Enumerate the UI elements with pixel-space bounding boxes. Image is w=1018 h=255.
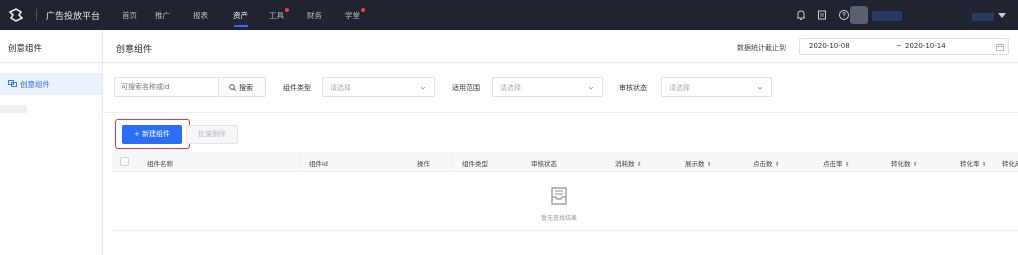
review-status-select[interactable]: 请选择 <box>661 77 772 97</box>
nav-item-finance[interactable]: 财务 <box>307 10 322 21</box>
filter-bar: 搜索 组件类型 请选择 适用范围 请选择 审核状态 请选择 <box>103 63 1018 113</box>
column-header-review: 审核状态 <box>531 160 557 168</box>
nav-item-reports[interactable]: 报表 <box>193 10 208 21</box>
document-icon[interactable] <box>816 9 828 21</box>
date-range-picker[interactable]: 2020-10-08 ~ 2020-10-14 <box>799 38 1009 55</box>
component-icon <box>8 80 17 87</box>
component-type-label: 组件类型 <box>283 84 311 92</box>
app-title: 广告投放平台 <box>46 12 101 22</box>
column-header-cost-label: 消耗数 <box>615 160 635 168</box>
calendar-icon[interactable] <box>996 43 1004 51</box>
column-header-clicks-label: 点击数 <box>753 160 773 168</box>
column-header-cost-per-conversion: 转化成 <box>1002 160 1018 168</box>
account-switch-block[interactable] <box>972 13 994 21</box>
date-range-label: 数据统计截止到 <box>737 44 786 52</box>
nav-item-assets[interactable]: 资产 <box>233 10 248 21</box>
column-header-id: 组件id <box>309 160 328 168</box>
column-header-conversions[interactable]: 转化数 ⬍ <box>891 158 918 168</box>
date-start[interactable]: 2020-10-08 <box>809 42 850 50</box>
sort-icon[interactable]: ⬍ <box>775 161 780 168</box>
column-header-name: 组件名称 <box>147 160 173 168</box>
column-header-cvr[interactable]: 转化率 ⬍ <box>960 158 987 168</box>
select-all-checkbox[interactable] <box>120 157 129 166</box>
scope-select[interactable]: 请选择 <box>492 77 603 97</box>
sidebar-section-title: 创意组件 <box>8 44 43 54</box>
components-table: 组件名称 组件id 操作 组件类型 审核状态 消耗数 ⬍ 展示数 ⬍ 点击数 ⬍ 点击… <box>112 152 1018 231</box>
search-icon <box>229 84 236 91</box>
empty-box-icon <box>551 187 567 205</box>
sort-icon[interactable]: ⬍ <box>982 161 987 168</box>
batch-delete-button[interactable]: 批量删除 <box>186 125 238 144</box>
sort-icon[interactable]: ⬍ <box>845 161 850 168</box>
chevron-down-icon <box>757 86 763 90</box>
active-nav-indicator <box>234 25 248 27</box>
nav-item-promotion[interactable]: 推广 <box>155 10 170 21</box>
search-button-label: 搜索 <box>239 84 253 92</box>
review-status-label: 审核状态 <box>619 84 647 92</box>
sort-icon[interactable]: ⬍ <box>637 161 642 168</box>
nav-item-academy[interactable]: 学堂 <box>345 10 360 21</box>
chevron-down-icon <box>420 86 426 90</box>
scope-placeholder: 请选择 <box>500 84 521 92</box>
column-header-actions: 操作 <box>417 160 430 168</box>
table-body-empty: 暂无查找结果 <box>112 172 1018 231</box>
search-button[interactable]: 搜索 <box>219 77 266 97</box>
component-type-select[interactable]: 请选择 <box>322 77 435 97</box>
scope-label: 适用范围 <box>452 84 480 92</box>
sort-icon[interactable]: ⬍ <box>913 161 918 168</box>
sidebar-item-label: 创意组件 <box>20 80 50 89</box>
academy-notification-dot <box>361 8 365 12</box>
table-header: 组件名称 组件id 操作 组件类型 审核状态 消耗数 ⬍ 展示数 ⬍ 点击数 ⬍ 点击… <box>112 152 1018 172</box>
account-name-block[interactable] <box>872 11 902 21</box>
sidebar-item-creative-components[interactable]: 创意组件 <box>0 73 102 95</box>
column-header-ctr-label: 点击率 <box>823 160 843 168</box>
column-header-conversions-label: 转化数 <box>891 160 911 168</box>
column-header-cost[interactable]: 消耗数 ⬍ <box>615 158 642 168</box>
search-input[interactable] <box>114 77 219 97</box>
nav-item-home[interactable]: 首页 <box>122 10 137 21</box>
page-header: 创意组件 创意组件 数据统计截止到 2020-10-08 ~ 2020-10-1… <box>0 30 1018 63</box>
column-header-impressions-label: 展示数 <box>685 160 705 168</box>
sort-icon[interactable]: ⬍ <box>707 161 712 168</box>
help-icon[interactable] <box>838 9 850 21</box>
date-separator: ~ <box>896 42 902 50</box>
tools-notification-dot <box>285 8 289 12</box>
column-header-impressions[interactable]: 展示数 ⬍ <box>685 158 712 168</box>
column-header-cvr-label: 转化率 <box>960 160 980 168</box>
main-content: 搜索 组件类型 请选择 适用范围 请选择 审核状态 请选择 + 新建组件 批量删… <box>103 63 1018 255</box>
nav-item-tools[interactable]: 工具 <box>269 10 284 21</box>
date-end[interactable]: 2020-10-14 <box>905 42 946 50</box>
empty-state-text: 暂无查找结果 <box>541 215 578 222</box>
column-header-clicks[interactable]: 点击数 ⬍ <box>753 158 780 168</box>
component-type-placeholder: 请选择 <box>330 84 351 92</box>
brand-logo-icon[interactable] <box>9 8 23 22</box>
sidebar: 创意组件 <box>0 63 102 255</box>
page-title: 创意组件 <box>116 45 153 55</box>
chevron-down-icon <box>588 86 594 90</box>
chevron-down-icon[interactable] <box>998 13 1006 18</box>
top-navigation-bar: 广告投放平台 首页 推广 报表 资产 工具 财务 学堂 <box>0 0 1018 30</box>
column-header-type: 组件类型 <box>462 160 488 168</box>
new-component-button[interactable]: + 新建组件 <box>122 125 182 144</box>
review-status-placeholder: 请选择 <box>669 84 690 92</box>
avatar[interactable] <box>850 6 868 24</box>
bell-icon[interactable] <box>795 9 807 21</box>
column-divider <box>452 152 453 172</box>
column-header-ctr[interactable]: 点击率 ⬍ <box>823 158 850 168</box>
column-divider <box>299 152 300 172</box>
header-divider <box>36 9 37 21</box>
sidebar-placeholder-block <box>0 105 27 113</box>
